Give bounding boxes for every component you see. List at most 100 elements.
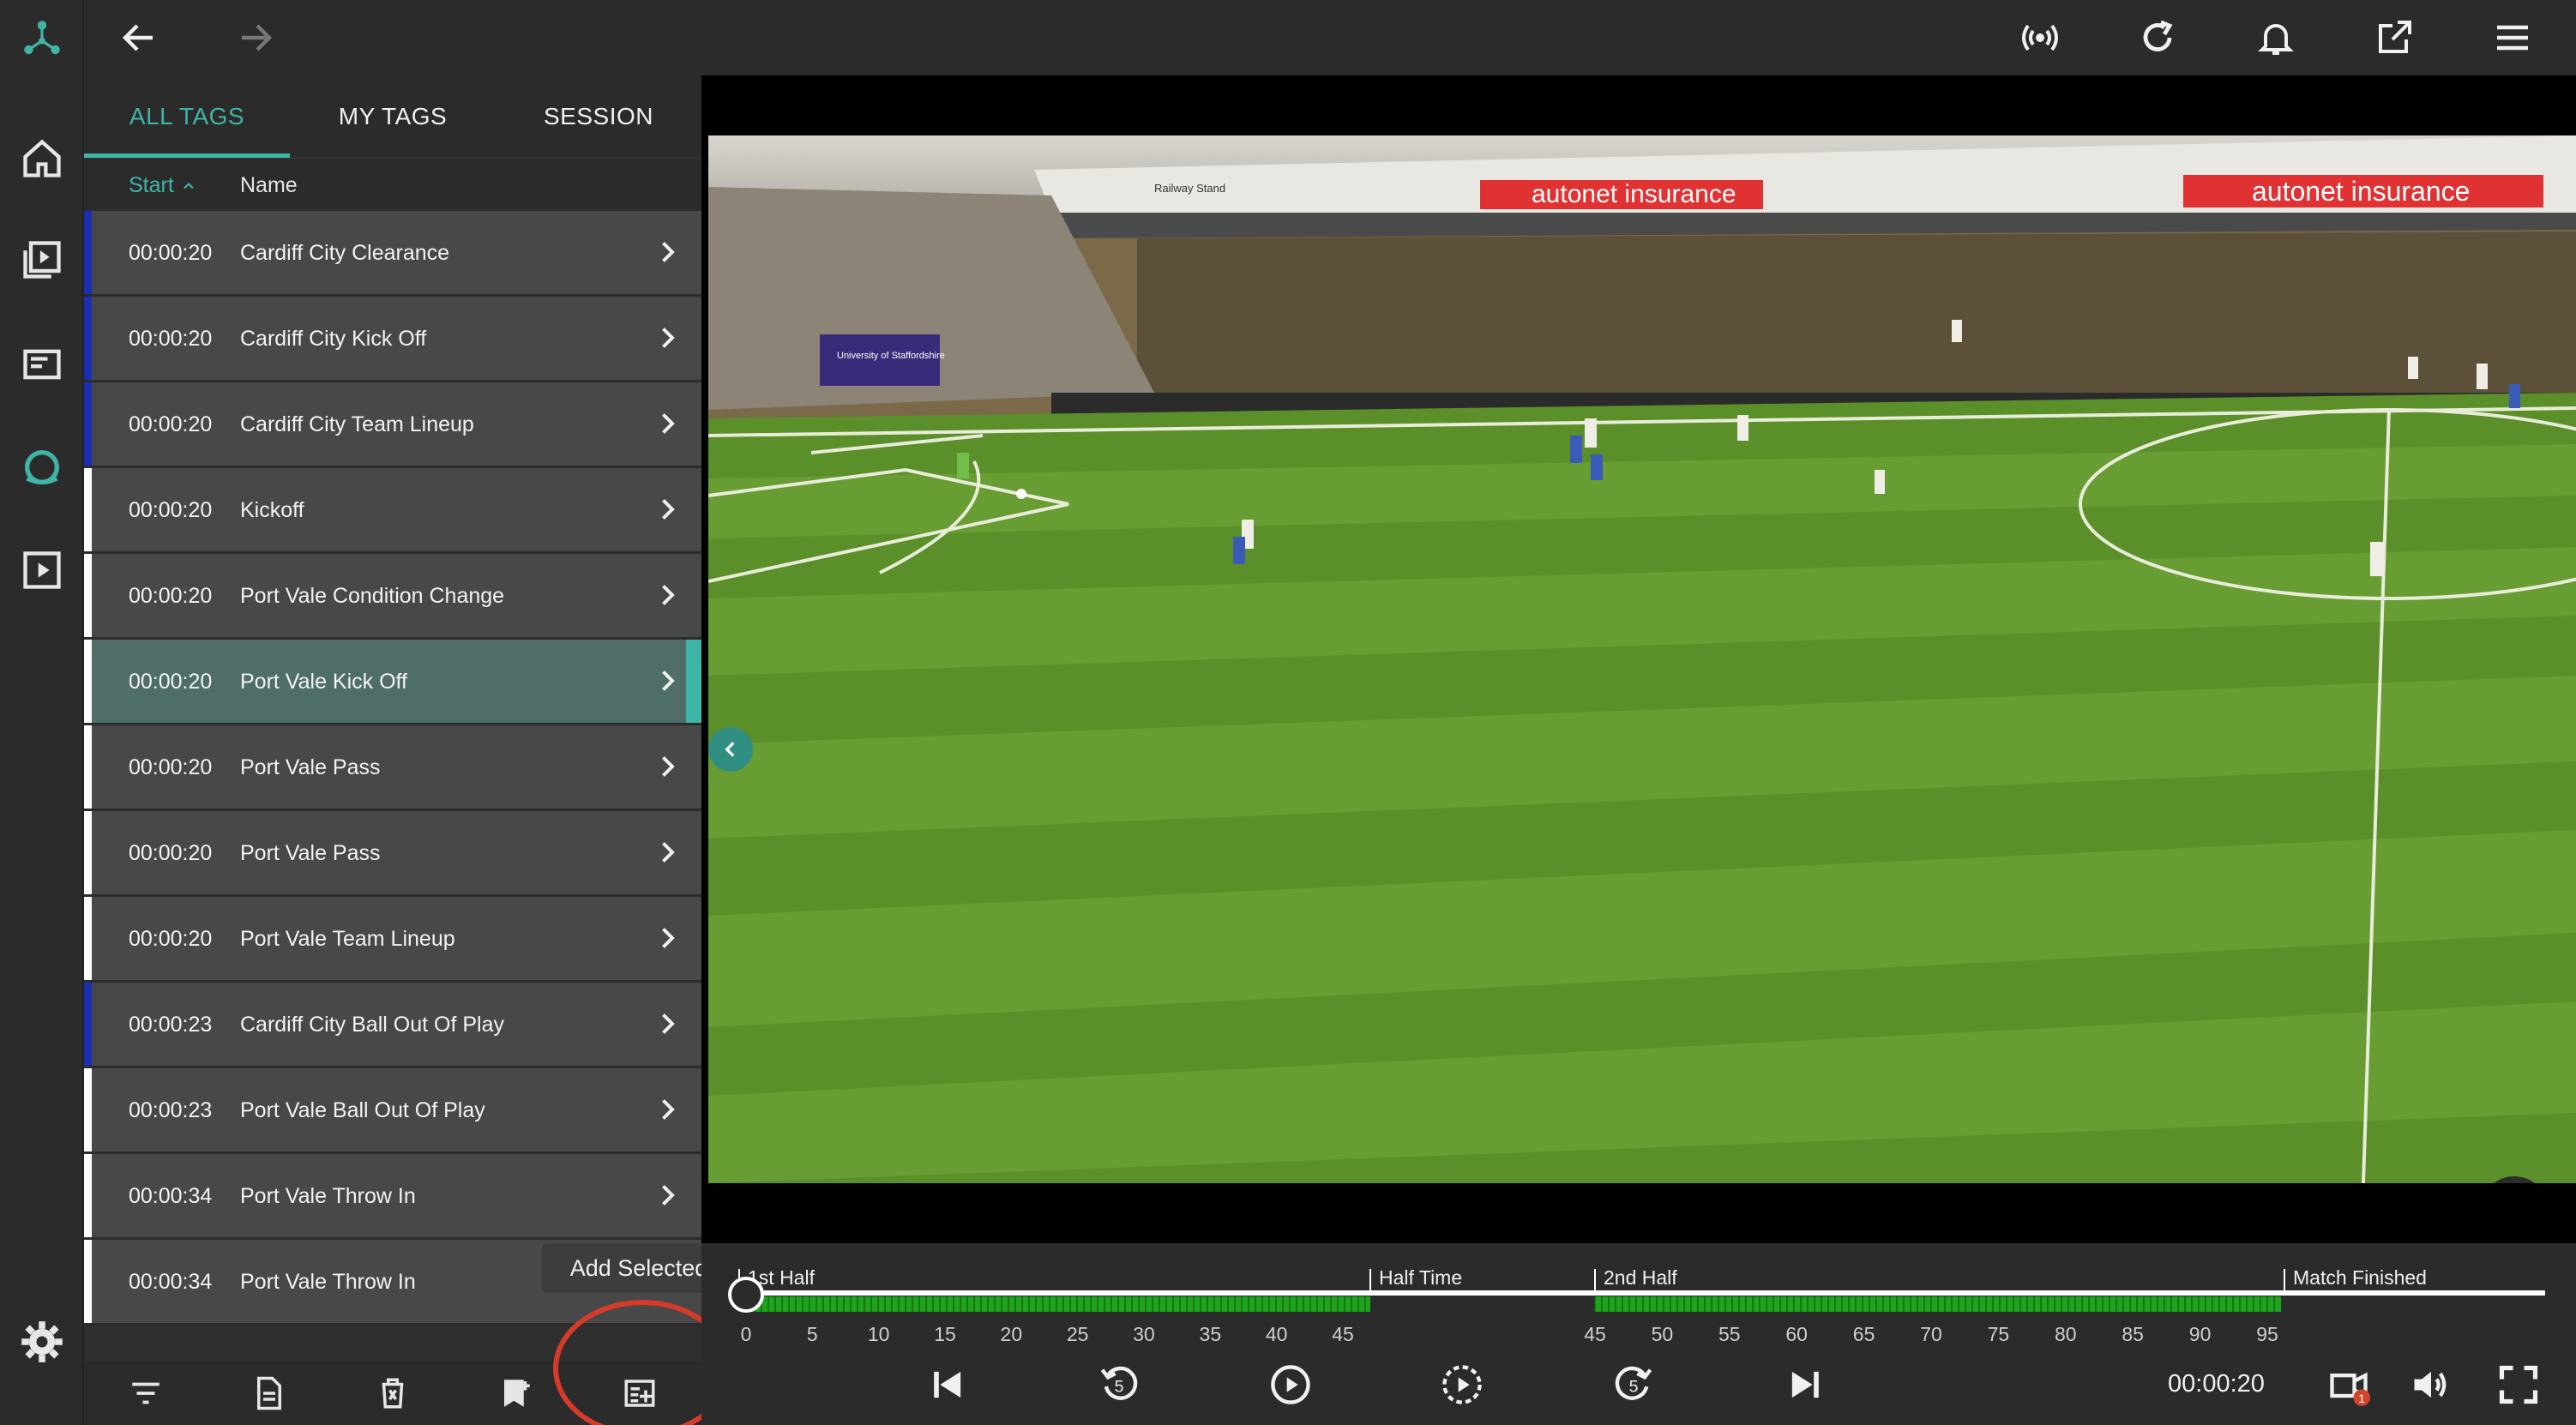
tag-start-time: 00:00:20	[129, 755, 213, 779]
tab-all-tags[interactable]: ALL TAGS	[84, 75, 290, 158]
rewind-seconds-label: 5	[1115, 1378, 1124, 1397]
tag-start-time: 00:00:20	[129, 841, 213, 865]
chevron-right-icon[interactable]	[652, 1094, 683, 1125]
video-library-icon[interactable]	[0, 221, 84, 298]
back-arrow-icon[interactable]	[101, 0, 177, 75]
tab-session[interactable]: SESSION	[496, 75, 701, 158]
analysis-icon[interactable]	[0, 429, 84, 506]
tag-start-time: 00:00:34	[129, 1270, 213, 1294]
timeline-tick-label: 70	[1920, 1323, 1942, 1345]
tag-start-time: 00:00:20	[129, 241, 213, 265]
team-color-bar	[84, 983, 92, 1066]
tag-start-time: 00:00:20	[129, 584, 213, 608]
tag-row[interactable]: 00:00:34 Port Vale Throw In	[84, 1154, 701, 1240]
playhead-handle[interactable]	[728, 1277, 764, 1313]
tag-row[interactable]: 00:00:20 Cardiff City Kick Off	[84, 297, 701, 382]
chevron-right-icon[interactable]	[652, 751, 683, 782]
tag-list: 00:00:20 Cardiff City Clearance 00:00:20 Ca…	[84, 211, 701, 1411]
tag-start-time: 00:00:23	[129, 1013, 213, 1037]
team-color-bar	[84, 640, 92, 723]
tag-row[interactable]: 00:00:20 Cardiff City Clearance	[84, 211, 701, 297]
playlist-play-icon[interactable]	[0, 532, 84, 609]
chevron-right-icon[interactable]	[652, 322, 683, 353]
skip-next-icon	[1791, 1371, 1819, 1398]
banner-right-text: autonet insurance	[2252, 176, 2470, 207]
tag-row[interactable]: 00:00:20 Kickoff	[84, 468, 701, 554]
rewind-5-button[interactable]: 5	[1089, 1355, 1149, 1415]
team-color-bar	[84, 554, 92, 637]
tag-start-time: 00:00:20	[129, 327, 213, 351]
notification-bell-icon[interactable]	[2238, 0, 2314, 75]
hamburger-menu-icon[interactable]	[2475, 0, 2550, 75]
match-video-image: autonet insurance autonet insurance Rail…	[708, 135, 2576, 1183]
tag-row[interactable]: 00:00:23 Port Vale Ball Out Of Play	[84, 1068, 701, 1154]
timeline-tick-label: 30	[1133, 1323, 1155, 1345]
timeline-tick-label: 75	[1988, 1323, 2010, 1345]
chevron-left-icon	[725, 742, 735, 757]
forward-arrow-icon[interactable]	[218, 0, 293, 75]
timeline-tick-label: 65	[1853, 1323, 1875, 1345]
tab-my-tags[interactable]: MY TAGS	[290, 75, 496, 158]
match-timeline[interactable]: 1st Half Half Time 2nd Half Match Finished0…	[701, 1243, 2576, 1346]
tag-row[interactable]: 00:00:20 Port Vale Pass	[84, 811, 701, 897]
broadcast-icon[interactable]	[2002, 0, 2078, 75]
app-window: ALL TAGS MY TAGS SESSION Start Name 00:0…	[0, 0, 2576, 1425]
chevron-right-icon[interactable]	[652, 665, 683, 696]
tag-row[interactable]: 00:00:20 Cardiff City Team Lineup	[84, 382, 701, 468]
chevron-right-icon[interactable]	[652, 580, 683, 610]
settings-gear-icon[interactable]	[0, 1303, 84, 1380]
refresh-icon[interactable]	[2120, 0, 2195, 75]
timeline-tick-label: 45	[1584, 1323, 1606, 1345]
tag-row[interactable]: 00:00:20 Port Vale Pass	[84, 725, 701, 811]
tag-row[interactable]: 00:00:20 Port Vale Condition Change	[84, 554, 701, 640]
skip-to-end-button[interactable]	[1775, 1355, 1835, 1415]
chevron-right-icon[interactable]	[652, 837, 683, 868]
export-document-button[interactable]	[208, 1362, 331, 1425]
tag-name: Port Vale Pass	[240, 755, 381, 779]
timeline-tick-label: 80	[2055, 1323, 2077, 1345]
section-label: Half Time	[1379, 1266, 1462, 1289]
forward-5-button[interactable]: 5	[1604, 1355, 1664, 1415]
name-column-label[interactable]: Name	[240, 173, 298, 198]
start-column-sort[interactable]: Start	[129, 173, 197, 198]
delete-icon	[382, 1378, 404, 1409]
video-frame[interactable]: autonet insurance autonet insurance Rail…	[708, 135, 2576, 1183]
timeline-tick-label: 90	[2189, 1323, 2212, 1345]
chevron-right-icon[interactable]	[652, 494, 683, 525]
play-circle-icon	[1271, 1365, 1310, 1404]
fullscreen-button[interactable]	[2489, 1355, 2549, 1415]
tag-row[interactable]: 00:00:20 Port Vale Team Lineup	[84, 897, 701, 983]
top-toolbar	[84, 0, 2576, 75]
section-label: Match Finished	[2293, 1266, 2427, 1289]
slow-motion-button[interactable]	[1432, 1355, 1492, 1415]
tag-name: Port Vale Condition Change	[240, 584, 505, 608]
skip-previous-icon	[934, 1371, 961, 1398]
slow-motion-icon	[1442, 1365, 1482, 1404]
team-color-bar	[84, 1154, 92, 1237]
team-color-bar	[84, 297, 92, 380]
tag-name: Port Vale Ball Out Of Play	[240, 1098, 485, 1122]
tag-name: Port Vale Pass	[240, 841, 381, 865]
tag-row[interactable]: 00:00:20 Port Vale Kick Off	[84, 640, 701, 725]
chevron-right-icon[interactable]	[652, 237, 683, 268]
forward-seconds-label: 5	[1629, 1378, 1639, 1397]
open-external-icon[interactable]	[2356, 0, 2432, 75]
volume-button[interactable]	[2401, 1355, 2461, 1415]
tag-name: Kickoff	[240, 498, 304, 522]
play-button[interactable]	[1261, 1355, 1321, 1415]
skip-to-start-button[interactable]	[918, 1355, 978, 1415]
camera-switch-button[interactable]: 1	[2319, 1355, 2379, 1415]
collapse-panel-button[interactable]	[708, 727, 753, 772]
chevron-right-icon[interactable]	[652, 1180, 683, 1211]
app-logo-icon[interactable]	[0, 0, 84, 77]
tag-row[interactable]: 00:00:23 Cardiff City Ball Out Of Play	[84, 983, 701, 1068]
chevron-right-icon[interactable]	[652, 1008, 683, 1039]
document-icon[interactable]	[0, 326, 84, 403]
home-icon[interactable]	[0, 120, 84, 197]
chevron-right-icon[interactable]	[652, 923, 683, 953]
tag-list-panel: ALL TAGS MY TAGS SESSION Start Name 00:0…	[84, 75, 701, 1425]
chevron-right-icon[interactable]	[652, 408, 683, 439]
filter-button[interactable]	[84, 1362, 208, 1425]
selected-indicator	[686, 640, 701, 723]
delete-button[interactable]	[331, 1362, 454, 1425]
